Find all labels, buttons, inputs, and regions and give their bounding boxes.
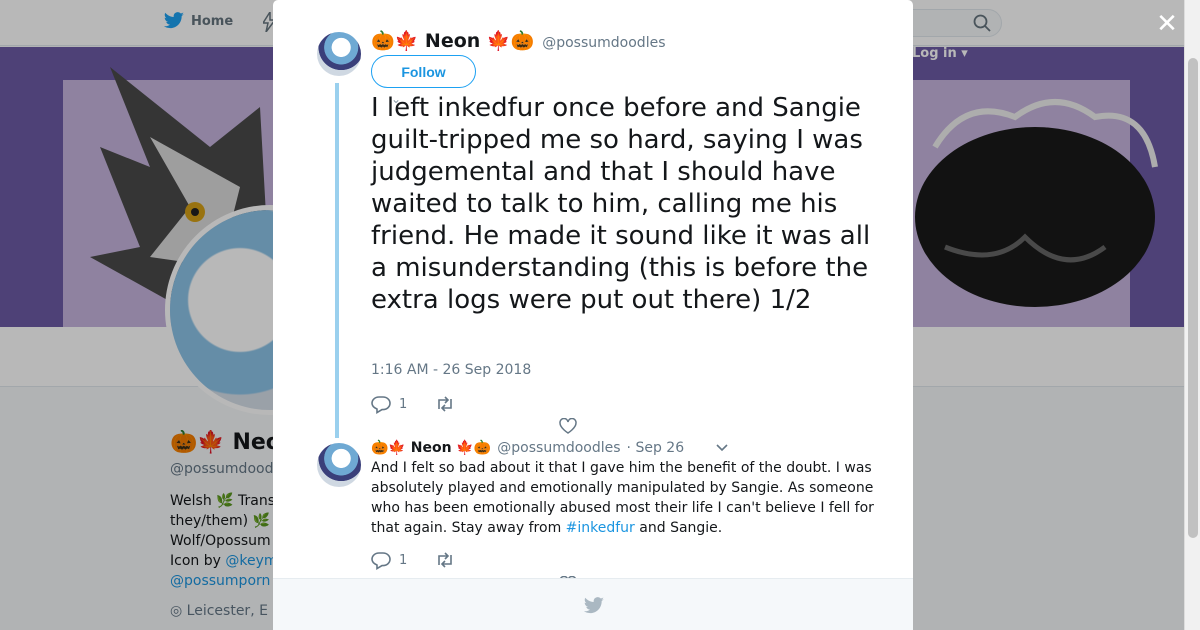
reply-date[interactable]: · Sep 26 — [627, 440, 685, 456]
reply-text: And I felt so bad about it that I gave h… — [371, 458, 881, 538]
reply-icon — [371, 396, 391, 414]
modal-footer — [273, 578, 913, 630]
tweet-text: I left inkedfur once before and Sangie g… — [371, 93, 871, 315]
retweet-icon — [438, 396, 453, 412]
tweet-author-header: 🎃🍁 Neon 🍁🎃 @possumdoodles — [371, 29, 666, 52]
reply-icon — [371, 552, 391, 570]
follow-button[interactable]: Follow — [371, 55, 476, 88]
reply-author-name[interactable]: 🎃🍁 Neon 🍁🎃 — [371, 440, 491, 456]
retweet-icon — [438, 552, 453, 568]
tweet-author-handle[interactable]: @possumdoodles — [542, 35, 665, 51]
reply-count: 1 — [399, 396, 408, 412]
scrollbar-thumb[interactable] — [1188, 58, 1198, 538]
reply-count: 1 — [399, 552, 408, 568]
page-scrollbar[interactable] — [1184, 0, 1200, 630]
reply-text-tail: and Sangie. — [634, 520, 723, 536]
thread-connector-line — [335, 83, 339, 438]
reply-author-header: 🎃🍁 Neon 🍁🎃 @possumdoodles · Sep 26 — [371, 440, 684, 456]
tweet-actions: 1 — [371, 394, 483, 414]
reply-author-handle[interactable]: @possumdoodles — [497, 440, 620, 456]
reply-button[interactable]: 1 — [371, 394, 407, 414]
tweet-author-name[interactable]: 🎃🍁 Neon 🍁🎃 — [371, 29, 534, 52]
reply-author-avatar[interactable] — [317, 443, 361, 487]
tweet-author-avatar[interactable] — [317, 32, 361, 76]
close-icon[interactable]: ✕ — [1154, 11, 1180, 37]
reply-button[interactable]: 1 — [371, 550, 407, 570]
retweet-button[interactable] — [435, 394, 455, 414]
retweet-button[interactable] — [435, 550, 455, 570]
twitter-bird-icon — [583, 597, 604, 614]
heart-icon[interactable] — [559, 418, 577, 434]
hashtag-link[interactable]: #inkedfur — [566, 520, 635, 536]
tweet-timestamp[interactable]: 1:16 AM - 26 Sep 2018 — [371, 362, 531, 378]
chevron-down-icon[interactable] — [715, 443, 729, 453]
tweet-modal: 🎃🍁 Neon 🍁🎃 @possumdoodles Follow ⌄ I lef… — [273, 0, 913, 630]
reply-actions: 1 — [371, 550, 483, 570]
